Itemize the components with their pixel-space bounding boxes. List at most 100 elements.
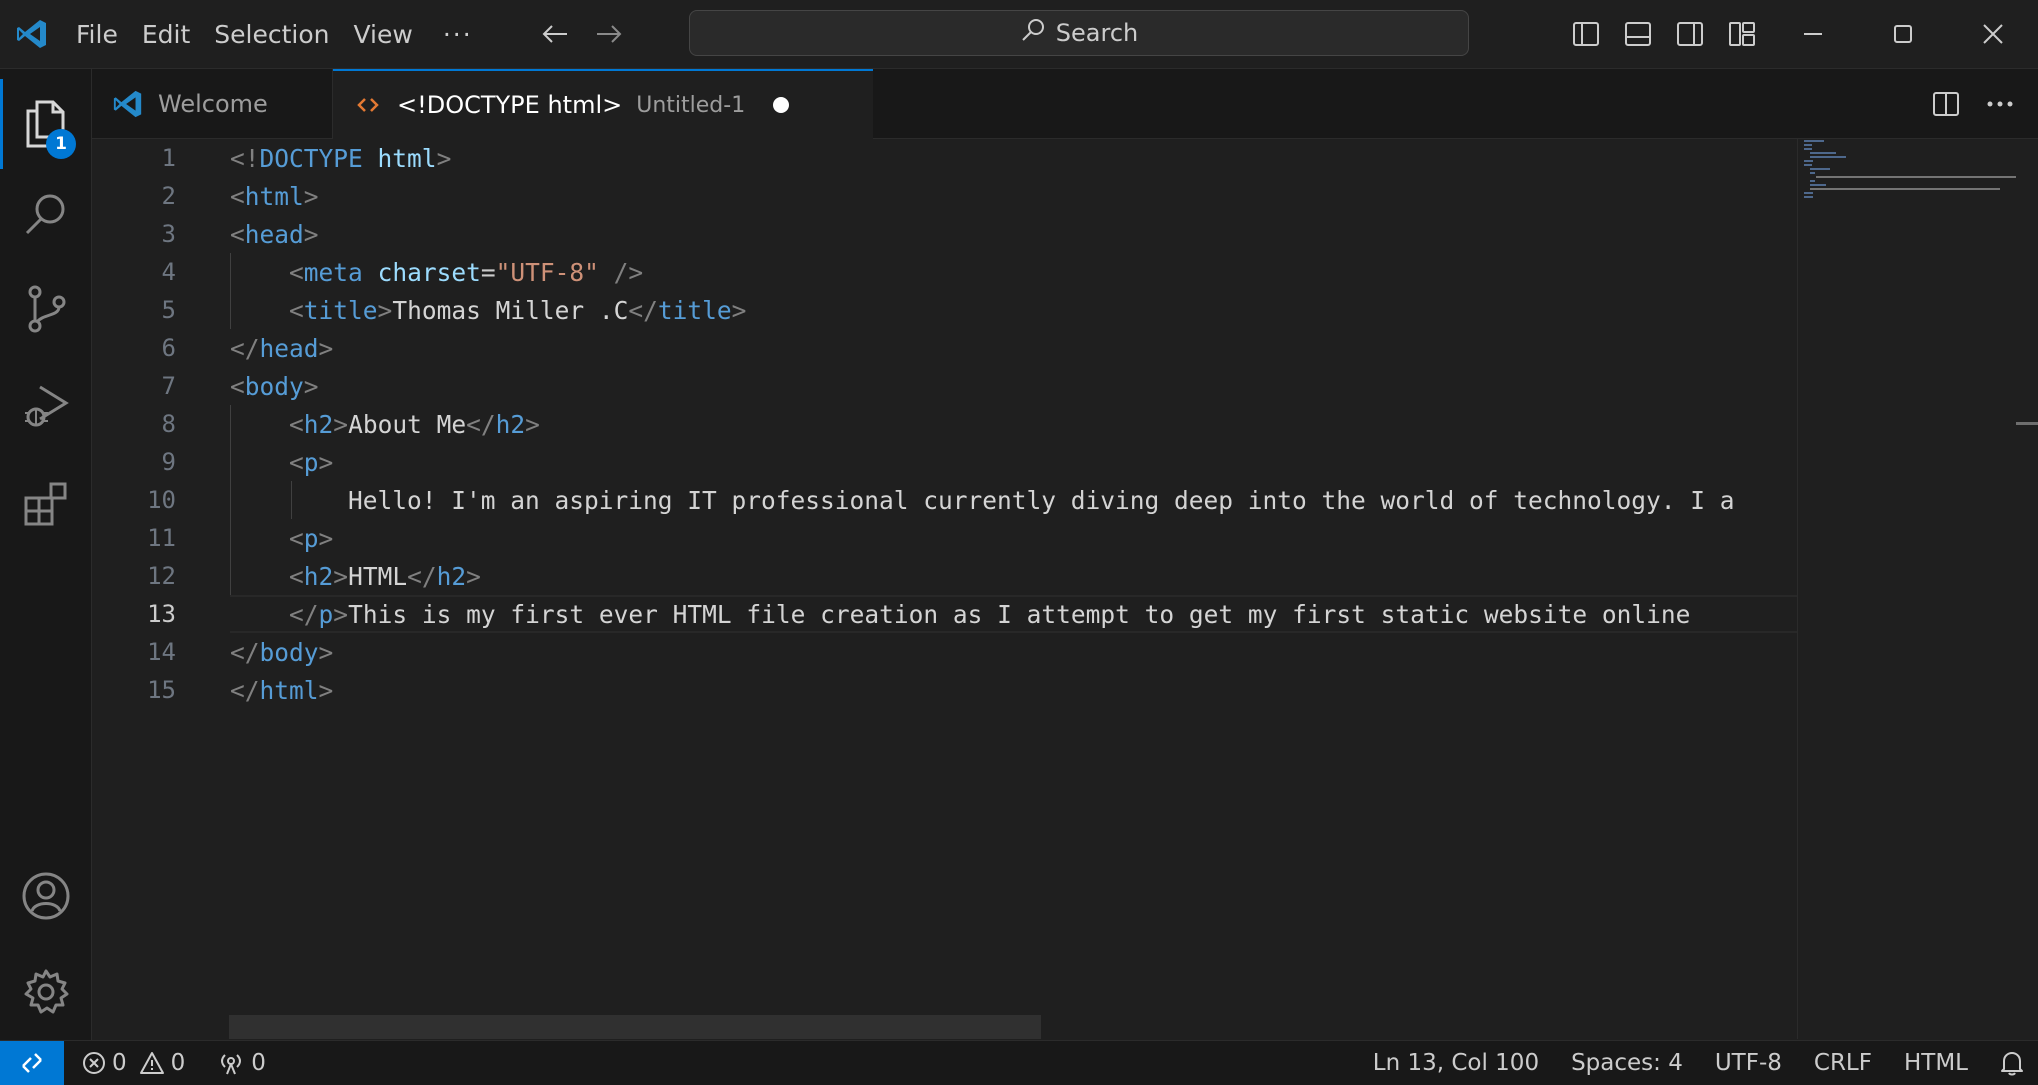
tab-untitled-1[interactable]: <!DOCTYPE html> Untitled-1 [333, 69, 873, 139]
minimap-line [1804, 196, 1813, 198]
toggle-panel-icon[interactable] [1622, 18, 1654, 50]
unsaved-dot-icon[interactable] [773, 97, 790, 113]
minimize-icon[interactable] [1768, 0, 1858, 68]
scrollbar-cursor-marker [2016, 422, 2038, 425]
menu-file[interactable]: File [64, 0, 130, 68]
close-icon[interactable] [1948, 0, 2038, 68]
tab-description: Untitled-1 [636, 92, 746, 118]
code-line: 6 </head> [92, 329, 1797, 367]
minimap-line [1810, 156, 1846, 158]
code-line: 2 <html> [92, 177, 1797, 215]
status-bar: 0 0 0 Ln 13, Col 100 Spaces: 4 UTF-8 CRL… [0, 1040, 2038, 1085]
minimap-line [1804, 144, 1812, 146]
line-number: 14 [147, 638, 176, 666]
extensions-icon[interactable] [0, 459, 91, 549]
problems-indicator[interactable]: 0 0 [70, 1050, 197, 1076]
active-indicator [0, 79, 3, 169]
vertical-scrollbar[interactable] [2016, 139, 2038, 1039]
menu-view[interactable]: View [341, 0, 424, 68]
line-number: 9 [161, 448, 176, 476]
end-of-line[interactable]: CRLF [1802, 1050, 1892, 1076]
cursor-position[interactable]: Ln 13, Col 100 [1361, 1050, 1559, 1076]
minimap-line [1810, 184, 1826, 186]
line-number: 5 [161, 296, 176, 324]
minimap-line [1810, 180, 1815, 182]
minimap-line [1804, 140, 1824, 142]
minimap-line [1804, 164, 1812, 166]
code-text: </head> [230, 333, 334, 363]
tab-label: <!DOCTYPE html> [397, 91, 623, 119]
minimap-line [1804, 148, 1812, 150]
toggle-primary-sidebar-icon[interactable] [1570, 18, 1602, 50]
line-number: 10 [147, 486, 176, 514]
menu-selection[interactable]: Selection [202, 0, 341, 68]
back-arrow-icon[interactable] [539, 18, 571, 50]
run-debug-icon[interactable] [0, 361, 91, 451]
menu-more[interactable]: ··· [425, 0, 491, 68]
code-text: <html> [230, 181, 319, 211]
encoding[interactable]: UTF-8 [1703, 1050, 1802, 1076]
title-bar: File Edit Selection View ··· Search [0, 0, 2038, 69]
code-line: 8 <h2>About Me</h2> [92, 405, 1797, 443]
line-number: 12 [147, 562, 176, 590]
minimap-line [1810, 168, 1830, 170]
minimap-line [1810, 172, 1815, 174]
code-text: <title>Thomas Miller .C</title> [289, 295, 747, 325]
code-line-current: 13 </p>This is my first ever HTML file c… [92, 595, 1797, 633]
code-line: 15 </html> [92, 671, 1797, 709]
line-number: 3 [161, 220, 176, 248]
code-text: </p>This is my first ever HTML file crea… [289, 599, 1691, 629]
code-line: 4 <meta charset="UTF-8" /> [92, 253, 1797, 291]
code-text: <head> [230, 219, 319, 249]
explorer-icon[interactable]: 1 [0, 79, 91, 169]
error-count: 0 [112, 1050, 127, 1076]
menu-edit[interactable]: Edit [130, 0, 202, 68]
warning-icon [139, 1051, 165, 1075]
code-line: 14 </body> [92, 633, 1797, 671]
line-number: 15 [147, 676, 176, 704]
indentation[interactable]: Spaces: 4 [1559, 1050, 1703, 1076]
warning-count: 0 [170, 1050, 186, 1076]
tab-label: Welcome [158, 89, 268, 118]
manage-gear-icon[interactable] [0, 947, 91, 1037]
split-editor-icon[interactable] [1932, 91, 1960, 117]
code-text: <body> [230, 371, 319, 401]
html-file-icon [357, 96, 379, 114]
activity-bar: 1 [0, 69, 92, 1040]
menu-bar: File Edit Selection View ··· [64, 0, 491, 68]
horizontal-scrollbar[interactable] [229, 1015, 1041, 1039]
code-text: </html> [230, 675, 334, 705]
code-line: 1 <!DOCTYPE html> [92, 139, 1797, 177]
code-text: <h2>About Me</h2> [289, 409, 540, 439]
toggle-secondary-sidebar-icon[interactable] [1674, 18, 1706, 50]
notifications-bell-icon[interactable] [1988, 1050, 2038, 1076]
code-text: <h2>HTML</h2> [289, 561, 481, 591]
code-editor[interactable]: 1 <!DOCTYPE html> 2 <html> 3 <head> 4 <m… [92, 139, 2038, 1039]
language-mode[interactable]: HTML [1892, 1050, 1988, 1076]
more-actions-icon[interactable] [1986, 100, 2014, 108]
source-control-icon[interactable] [0, 264, 91, 354]
tab-welcome[interactable]: Welcome [92, 69, 333, 138]
accounts-icon[interactable] [0, 851, 91, 941]
code-line: 10 Hello! I'm an aspiring IT professiona… [92, 481, 1797, 519]
minimap[interactable] [1797, 139, 2017, 1039]
code-text: <!DOCTYPE html> [230, 143, 452, 173]
ports-indicator[interactable]: 0 [205, 1050, 278, 1076]
forward-arrow-icon[interactable] [593, 18, 625, 50]
line-number: 13 [147, 600, 176, 628]
code-line: 11 <p> [92, 519, 1797, 557]
remote-indicator-icon[interactable] [0, 1041, 64, 1085]
code-line: 12 <h2>HTML</h2> [92, 557, 1797, 595]
search-view-icon[interactable] [0, 169, 91, 259]
customize-layout-icon[interactable] [1726, 18, 1758, 50]
command-center-search[interactable]: Search [689, 10, 1469, 56]
minimap-line [1810, 188, 2000, 190]
line-number: 7 [161, 372, 176, 400]
code-text: <p> [289, 447, 334, 477]
search-icon [1020, 17, 1046, 49]
maximize-icon[interactable] [1858, 0, 1948, 68]
line-number: 1 [161, 144, 176, 172]
code-line: 3 <head> [92, 215, 1797, 253]
code-text: <p> [289, 523, 334, 553]
minimap-line [1810, 152, 1836, 154]
